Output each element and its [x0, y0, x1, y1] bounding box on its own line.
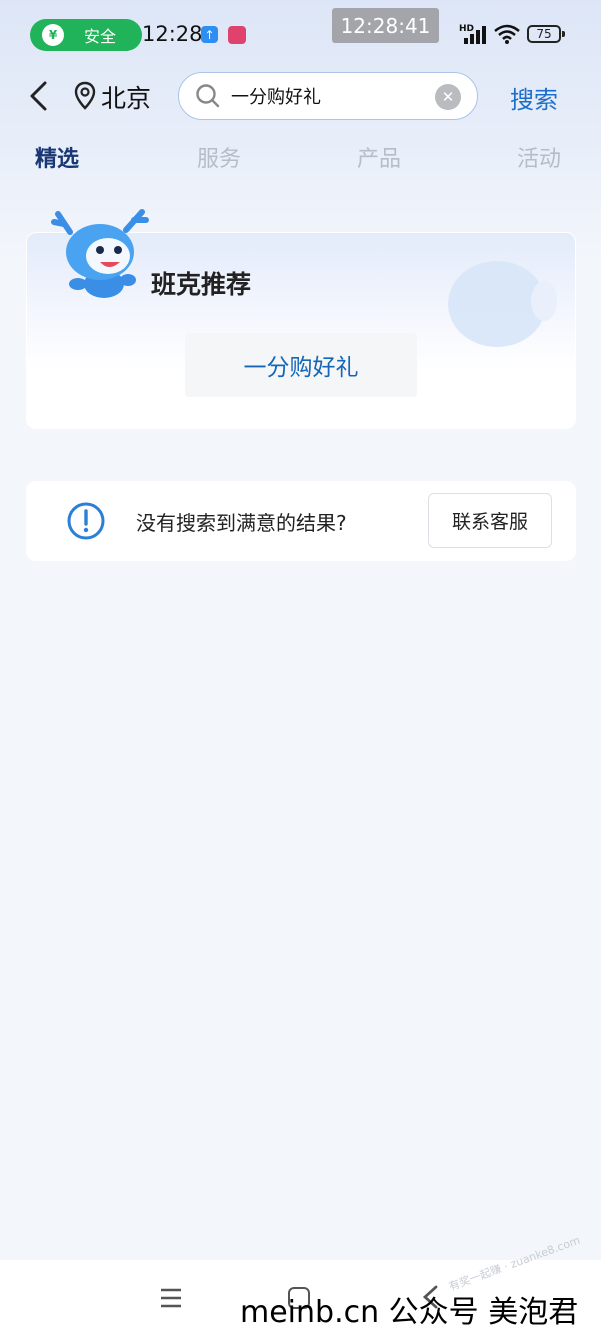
tab-activities[interactable]: 活动: [517, 141, 561, 173]
clear-search-button[interactable]: ✕: [435, 84, 461, 110]
recommend-title: 班克推荐: [151, 270, 252, 299]
wifi-icon: [494, 24, 520, 44]
info-icon: [67, 502, 105, 540]
search-box[interactable]: ✕: [178, 72, 478, 120]
battery-level: 75: [536, 27, 552, 41]
watermark-text: meinb.cn 公众号 美泡君: [240, 1295, 579, 1330]
battery-tip: [562, 31, 565, 37]
search-input[interactable]: [231, 84, 431, 108]
no-result-card: 没有搜索到满意的结果? 联系客服: [26, 481, 576, 561]
status-bar: ¥ 安全 12:28 ↑ 12:28:41 HD 75: [0, 0, 601, 64]
tab-featured[interactable]: 精选: [35, 141, 79, 173]
tab-products[interactable]: 产品: [357, 141, 401, 173]
contact-service-button[interactable]: 联系客服: [428, 493, 552, 548]
no-result-text: 没有搜索到满意的结果?: [136, 511, 347, 535]
location-pin-icon[interactable]: [74, 81, 96, 111]
battery-icon: 75: [527, 25, 561, 43]
notification-app-icon: [228, 26, 246, 44]
upload-app-icon: ↑: [201, 26, 218, 43]
shield-icon: ¥: [42, 24, 64, 46]
signal-icon: [464, 26, 486, 44]
back-button[interactable]: [24, 78, 54, 114]
search-button[interactable]: 搜索: [510, 80, 558, 115]
close-icon: ✕: [441, 88, 455, 106]
city-selector[interactable]: 北京: [101, 79, 151, 115]
search-icon: [196, 84, 220, 108]
safe-label: 安全: [84, 27, 117, 46]
recommend-chip[interactable]: 一分购好礼: [185, 333, 417, 397]
safe-badge[interactable]: ¥ 安全: [30, 19, 142, 51]
clock-overlay: 12:28:41: [332, 8, 439, 43]
decorative-bubble-small: [531, 281, 557, 321]
status-time: 12:28: [142, 22, 203, 46]
tab-services[interactable]: 服务: [197, 141, 241, 173]
mascot-image: [51, 209, 149, 298]
menu-icon[interactable]: [159, 1286, 183, 1310]
